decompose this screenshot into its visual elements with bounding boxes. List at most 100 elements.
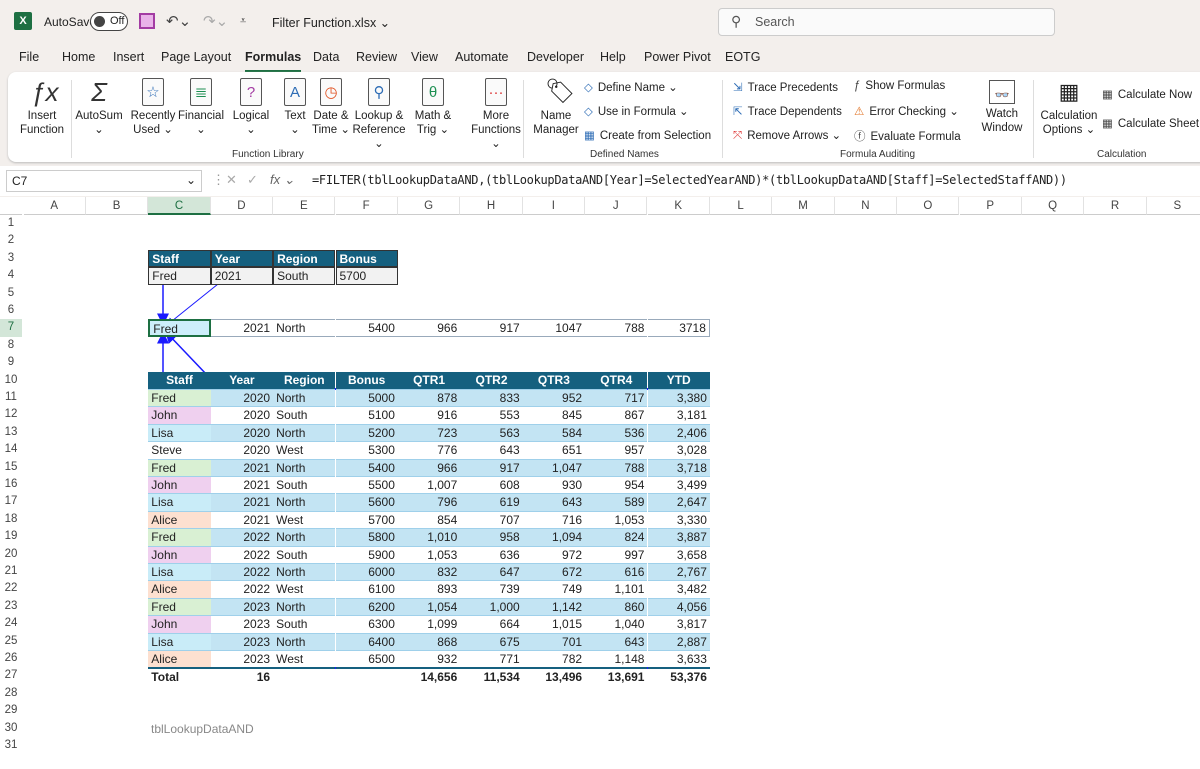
formula-input[interactable]: =FILTER(tblLookupDataAND,(tblLookupDataA… [312,173,1067,187]
row-header-8[interactable]: 8 [0,336,22,355]
table-cell[interactable]: 3,380 [647,389,710,407]
total-cell[interactable]: 13,691 [585,667,648,685]
row-header-3[interactable]: 3 [0,249,22,268]
table-cell[interactable]: 5400 [335,458,398,476]
table-header-bonus[interactable]: Bonus [335,371,398,389]
table-cell[interactable]: 868 [397,632,461,650]
table-cell[interactable]: 6500 [335,650,398,668]
math-button[interactable]: θ Math & Trig ⌄ [408,78,458,137]
table-cell[interactable]: North [273,597,336,616]
row-header-5[interactable]: 5 [0,284,22,302]
tab-page-layout[interactable]: Page Layout [161,50,231,64]
table-cell[interactable]: 2,887 [647,632,710,650]
column-header-K[interactable]: K [647,197,710,215]
table-cell[interactable]: 553 [460,406,523,424]
row-header-31[interactable]: 31 [0,737,22,755]
table-cell[interactable]: North [273,458,336,476]
column-header-C[interactable]: C [148,197,211,215]
staff-cell[interactable]: Alice [148,580,211,598]
insertbutton[interactable]: ƒx Insert Function [14,78,70,137]
table-cell[interactable]: 3,817 [647,615,710,633]
table-cell[interactable]: 675 [460,632,523,650]
table-header-qtr3[interactable]: QTR3 [522,371,586,389]
show-formulas-button[interactable]: ƒ Show Formulas [854,80,945,92]
staff-cell[interactable]: Lisa [148,632,211,650]
table-cell[interactable]: 997 [585,545,648,563]
table-cell[interactable]: 2,767 [647,563,710,581]
table-cell[interactable]: North [273,563,336,581]
table-header-qtr4[interactable]: QTR4 [585,371,648,389]
table-cell[interactable]: 845 [522,406,586,424]
tab-view[interactable]: View [411,50,438,64]
table-cell[interactable]: 1,015 [522,615,586,633]
row-header-1[interactable]: 1 [0,215,22,233]
staff-cell[interactable]: Lisa [148,563,211,581]
row-header-21[interactable]: 21 [0,563,22,581]
table-cell[interactable]: 2,647 [647,493,710,511]
total-cell[interactable]: 14,656 [397,667,461,685]
spill-cell[interactable]: 5400 [335,319,398,337]
table-cell[interactable]: 664 [460,615,523,633]
row-header-27[interactable]: 27 [0,667,22,685]
row-header-19[interactable]: 19 [0,528,22,546]
trace-dependents-button[interactable]: ⇱ Trace Dependents [733,104,842,118]
table-cell[interactable]: South [273,476,336,494]
table-cell[interactable]: 893 [397,580,461,598]
table-cell[interactable]: 917 [460,458,523,476]
name-box[interactable]: C7 ⌄ [6,170,202,192]
column-header-E[interactable]: E [273,197,336,215]
table-cell[interactable]: 672 [522,563,586,581]
tab-file[interactable]: File [19,50,39,64]
table-cell[interactable]: North [273,493,336,511]
row-header-7[interactable]: 7 [0,319,22,337]
name-manager-button[interactable]: 🏷 Name Manager [528,78,584,137]
table-cell[interactable]: 2023 [210,597,274,616]
table-cell[interactable]: 1,053 [585,510,648,529]
evaluate-formula-button[interactable]: ⓕ Evaluate Formula [854,128,961,144]
selected-cell-c7[interactable]: Fred [148,319,211,337]
tab-insert[interactable]: Insert [113,50,144,64]
table-cell[interactable]: 536 [585,423,648,442]
table-header-qtr2[interactable]: QTR2 [460,371,523,389]
table-cell[interactable]: 854 [397,510,461,529]
column-header-S[interactable]: S [1146,197,1200,215]
row-header-18[interactable]: 18 [0,510,22,529]
table-header-staff[interactable]: Staff [148,371,211,389]
table-cell[interactable]: 932 [397,650,461,668]
row-header-14[interactable]: 14 [0,441,22,459]
table-cell[interactable]: 1,000 [460,597,523,616]
table-cell[interactable]: 957 [585,441,648,459]
insert-function-icon[interactable]: fx ⌄ [270,172,295,188]
total-cell[interactable]: 11,534 [460,667,523,685]
table-cell[interactable]: 6200 [335,597,398,616]
tab-automate[interactable]: Automate [455,50,509,64]
table-cell[interactable]: 608 [460,476,523,494]
table-cell[interactable]: 716 [522,510,586,529]
table-cell[interactable]: 930 [522,476,586,494]
table-cell[interactable]: 2,406 [647,423,710,442]
table-cell[interactable]: 3,028 [647,441,710,459]
spill-cell[interactable]: 1047 [522,319,586,337]
table-cell[interactable]: 1,101 [585,580,648,598]
tab-developer[interactable]: Developer [527,50,584,64]
table-cell[interactable]: 6000 [335,563,398,581]
table-cell[interactable]: 1,094 [522,528,586,546]
staff-cell[interactable]: Lisa [148,423,211,442]
table-cell[interactable]: 952 [522,389,586,407]
table-header-ytd[interactable]: YTD [647,371,710,389]
table-cell[interactable]: North [273,528,336,546]
criteria-cell[interactable]: Fred [148,267,211,285]
table-cell[interactable]: North [273,423,336,442]
table-cell[interactable]: 563 [460,423,523,442]
tab-home[interactable]: Home [62,50,95,64]
column-header-O[interactable]: O [897,197,960,215]
table-cell[interactable]: 776 [397,441,461,459]
total-cell[interactable] [335,667,398,685]
table-cell[interactable]: North [273,632,336,650]
table-cell[interactable]: 1,142 [522,597,586,616]
autosave-toggle[interactable]: Off [90,12,128,31]
table-cell[interactable]: 5900 [335,545,398,563]
table-cell[interactable]: 1,099 [397,615,461,633]
tab-review[interactable]: Review [356,50,397,64]
column-header-I[interactable]: I [522,197,586,215]
